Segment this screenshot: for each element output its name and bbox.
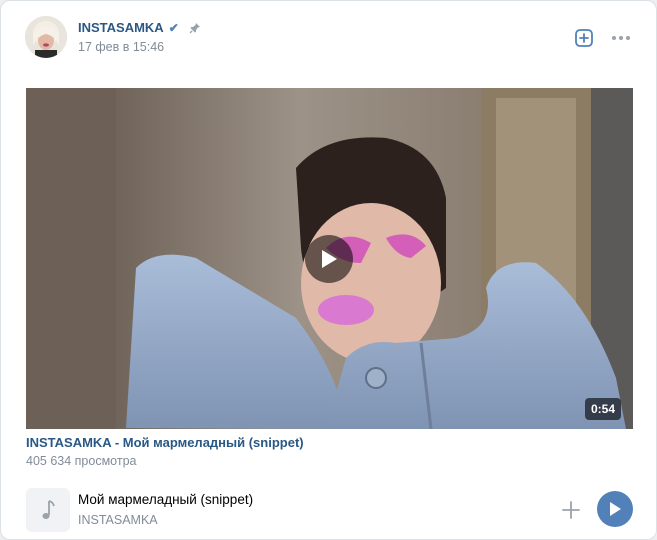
play-icon <box>322 250 337 268</box>
post-author[interactable]: INSTASAMKA ✔ <box>78 20 201 35</box>
video-play-button[interactable] <box>305 235 353 283</box>
audio-play-button[interactable] <box>597 491 633 527</box>
more-dots-icon <box>612 36 630 40</box>
play-icon <box>610 502 621 516</box>
audio-cover[interactable] <box>26 488 70 532</box>
video-views: 405 634 просмотра <box>26 454 137 468</box>
audio-artist[interactable]: INSTASAMKA <box>78 513 158 527</box>
add-audio-button[interactable] <box>559 498 583 522</box>
add-to-bookmarks-button[interactable] <box>573 27 595 49</box>
verified-icon: ✔ <box>168 20 179 35</box>
video-duration: 0:54 <box>585 398 622 420</box>
post-card: INSTASAMKA ✔ 17 фев в 15:46 0:54 INSTASA… <box>0 0 657 540</box>
more-options-button[interactable] <box>610 27 632 49</box>
video-title[interactable]: INSTASAMKA - Мой мармеладный (snippet) <box>26 435 304 450</box>
plus-icon <box>562 501 580 519</box>
pin-icon <box>189 22 200 33</box>
post-date[interactable]: 17 фев в 15:46 <box>78 40 164 54</box>
plus-square-icon <box>575 29 593 47</box>
audio-title[interactable]: Мой мармеладный (snippet) <box>78 492 253 507</box>
music-note-icon <box>42 500 55 519</box>
author-name[interactable]: INSTASAMKA <box>78 20 164 35</box>
avatar[interactable] <box>25 16 67 58</box>
